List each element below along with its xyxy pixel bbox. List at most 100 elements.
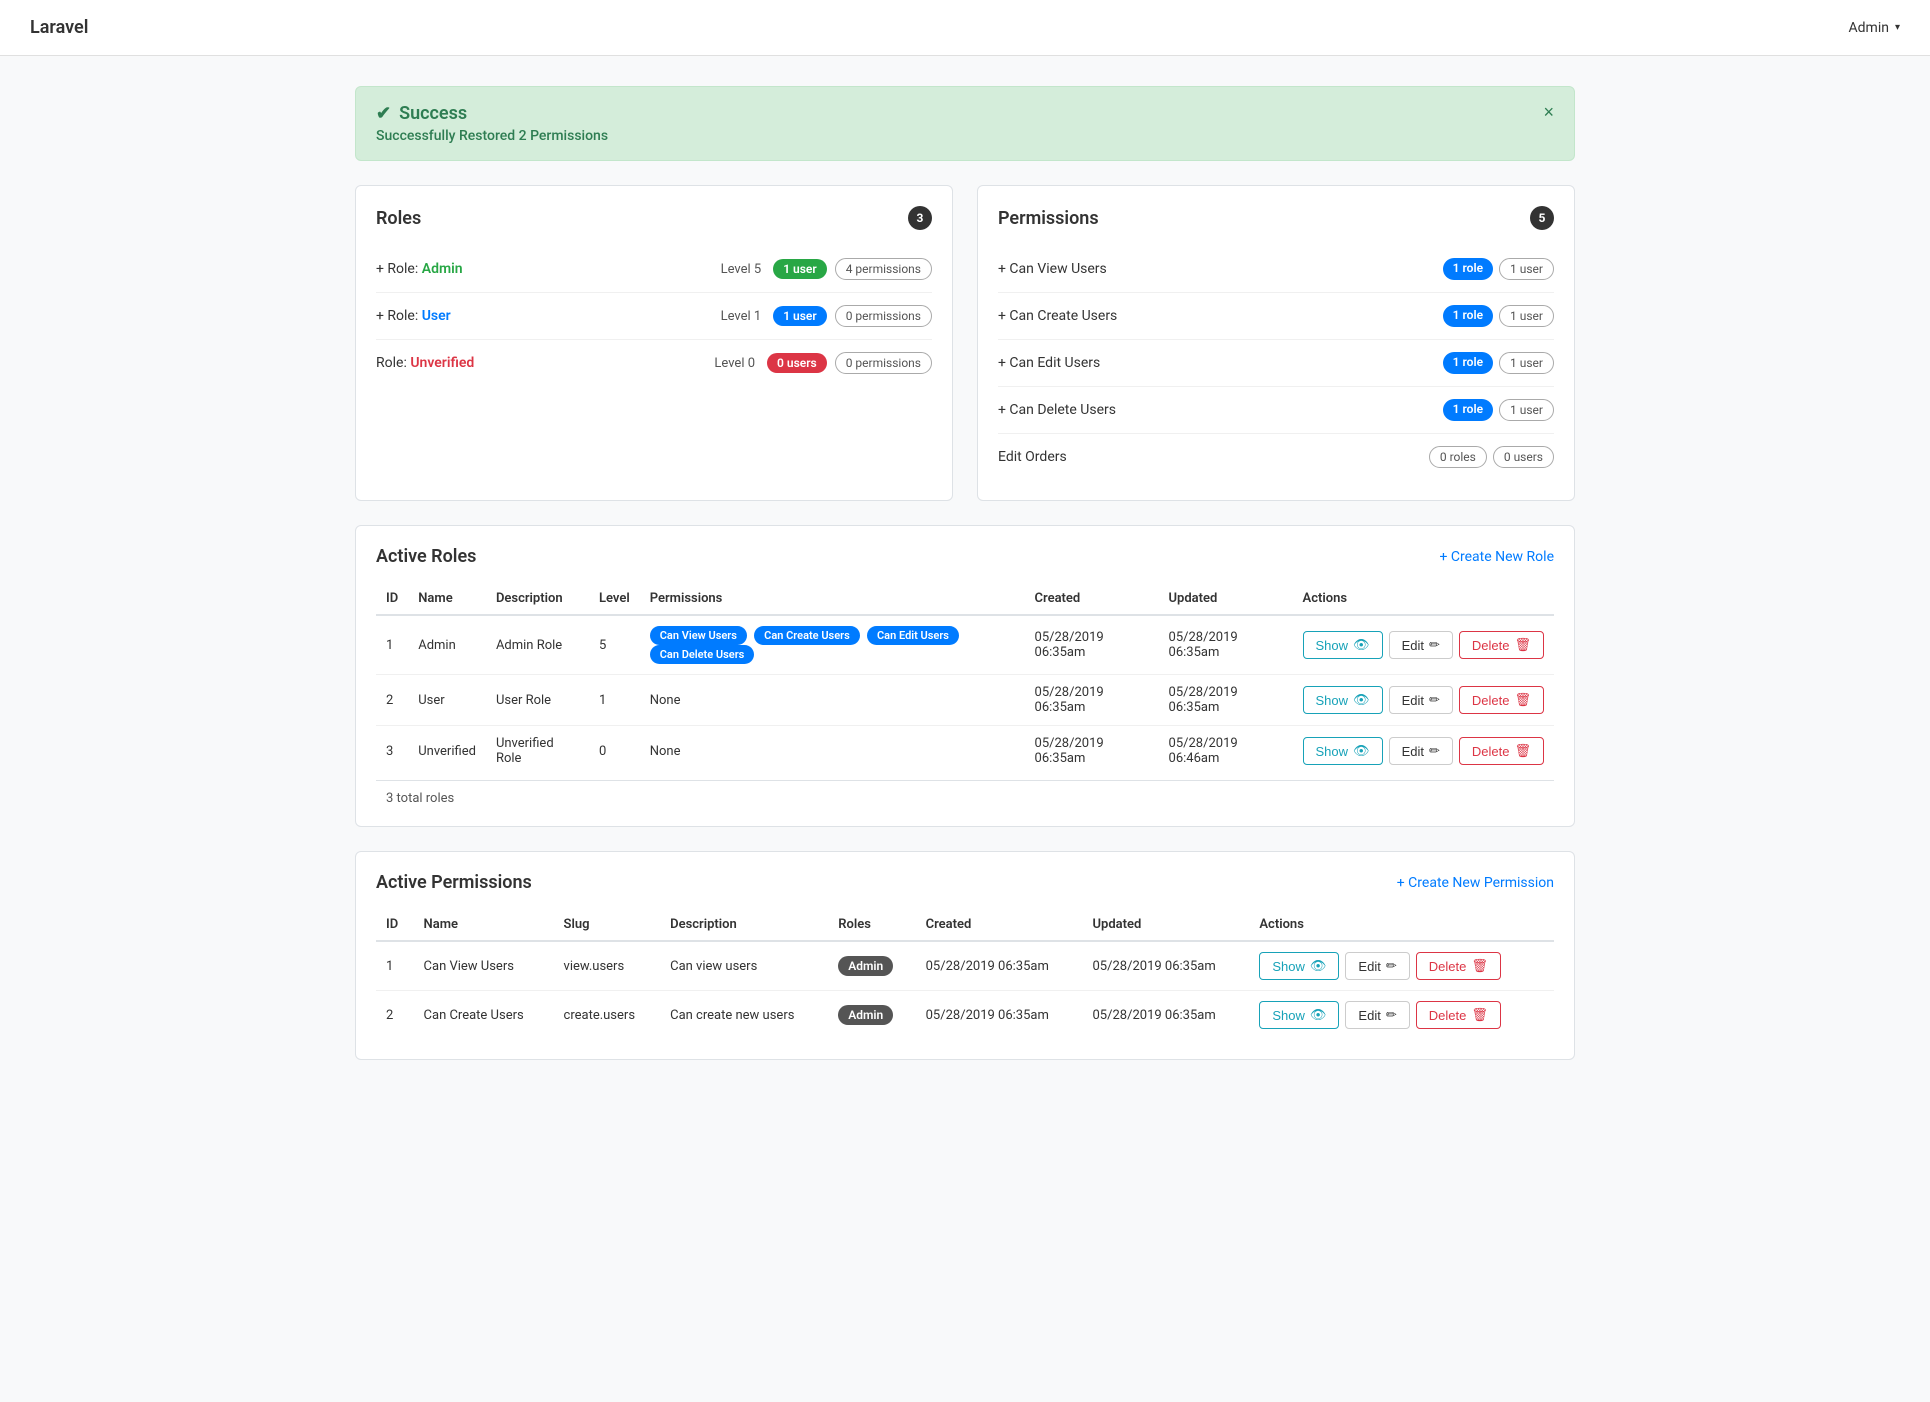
alert-close-button[interactable]: × (1543, 103, 1554, 121)
perm-item-edit-users[interactable]: + Can Edit Users 1 role 1 user (998, 340, 1554, 387)
col-id: ID (376, 909, 414, 941)
perm-delete-users-badges: 1 role 1 user (1443, 399, 1554, 421)
delete-button[interactable]: Delete 🗑 (1416, 952, 1501, 980)
row-permissions: None (640, 675, 1025, 726)
perm-edit-users-badges: 1 role 1 user (1443, 352, 1554, 374)
show-button[interactable]: Show 👁 (1259, 952, 1339, 980)
row-actions-cell: Show 👁 Edit ✏ Delete 🗑 (1259, 1001, 1544, 1029)
row-desc: Can view users (660, 941, 828, 991)
col-actions: Actions (1249, 909, 1554, 941)
perm-item-delete-users[interactable]: + Can Delete Users 1 role 1 user (998, 387, 1554, 434)
create-new-role-link[interactable]: + Create New Role (1439, 549, 1554, 565)
admin-menu[interactable]: Admin ▾ (1849, 20, 1900, 36)
delete-button[interactable]: Delete 🗑 (1459, 631, 1544, 659)
row-desc: User Role (486, 675, 589, 726)
roles-table-footer: 3 total roles (376, 780, 1554, 806)
active-roles-title: Active Roles (376, 546, 476, 567)
perm-edit-orders-roles-badge: 0 roles (1429, 446, 1487, 468)
role-unverified-level: Level 0 (714, 356, 755, 371)
show-button[interactable]: Show 👁 (1303, 631, 1383, 659)
create-new-permission-link[interactable]: + Create New Permission (1397, 875, 1554, 891)
edit-button[interactable]: Edit ✏ (1345, 952, 1409, 980)
permissions-list: + Can View Users 1 role 1 user + Can Cre… (998, 246, 1554, 480)
navbar: Laravel Admin ▾ (0, 0, 1930, 56)
row-slug: create.users (554, 991, 661, 1040)
role-admin-level: Level 5 (721, 262, 762, 277)
col-created: Created (1025, 583, 1159, 615)
pencil-icon: ✏ (1386, 1007, 1397, 1023)
perm-edit-orders-badges: 0 roles 0 users (1429, 446, 1554, 468)
active-permissions-header: Active Permissions + Create New Permissi… (376, 872, 1554, 893)
role-user-meta: Level 1 1 user 0 permissions (721, 305, 932, 327)
table-row: 1 Admin Admin Role 5 Can View Users Can … (376, 615, 1554, 675)
eye-icon: 👁 (1353, 692, 1370, 708)
eye-icon: 👁 (1353, 743, 1370, 759)
success-alert: ✔ Success Successfully Restored 2 Permis… (355, 86, 1575, 161)
delete-button[interactable]: Delete 🗑 (1459, 686, 1544, 714)
permissions-count-badge: 5 (1530, 206, 1554, 230)
role-unverified-text: Role: (376, 355, 410, 371)
perm-item-view-users[interactable]: + Can View Users 1 role 1 user (998, 246, 1554, 293)
row-slug: view.users (554, 941, 661, 991)
delete-button[interactable]: Delete 🗑 (1416, 1001, 1501, 1029)
row-actions: Show 👁 Edit ✏ Delete 🗑 (1293, 615, 1554, 675)
row-actions: Show 👁 Edit ✏ Delete 🗑 (1293, 726, 1554, 777)
row-desc: Unverified Role (486, 726, 589, 777)
roles-card-header: Roles 3 (376, 206, 932, 230)
perm-delete-users-label: + Can Delete Users (998, 402, 1116, 418)
roles-list: + Role: Admin Level 5 1 user 4 permissio… (376, 246, 932, 386)
show-button[interactable]: Show 👁 (1259, 1001, 1339, 1029)
role-item-admin[interactable]: + Role: Admin Level 5 1 user 4 permissio… (376, 246, 932, 293)
perm-tag-edit: Can Edit Users (867, 626, 959, 645)
perm-tag-create: Can Create Users (754, 626, 860, 645)
row-permissions: None (640, 726, 1025, 777)
row-permissions: Can View Users Can Create Users Can Edit… (640, 615, 1025, 675)
role-name-unverified: Unverified (410, 355, 474, 371)
row-created: 05/28/2019 06:35am (916, 941, 1083, 991)
role-admin-label: + Role: Admin (376, 261, 463, 277)
role-item-unverified[interactable]: Role: Unverified Level 0 0 users 0 permi… (376, 340, 932, 386)
trash-icon: 🗑 (1471, 1007, 1488, 1023)
roles-card: Roles 3 + Role: Admin Level 5 1 user 4 p… (355, 185, 953, 501)
perm-item-create-users[interactable]: + Can Create Users 1 role 1 user (998, 293, 1554, 340)
row-actions-cell: Show 👁 Edit ✏ Delete 🗑 (1303, 631, 1544, 659)
role-admin-meta: Level 5 1 user 4 permissions (721, 258, 932, 280)
role-item-user[interactable]: + Role: User Level 1 1 user 0 permission… (376, 293, 932, 340)
edit-button[interactable]: Edit ✏ (1389, 631, 1453, 659)
perm-tag-delete: Can Delete Users (650, 645, 755, 664)
eye-icon: 👁 (1310, 958, 1327, 974)
perm-view-users-badges: 1 role 1 user (1443, 258, 1554, 280)
perm-item-edit-orders[interactable]: Edit Orders 0 roles 0 users (998, 434, 1554, 480)
row-updated: 05/28/2019 06:35am (1159, 675, 1293, 726)
role-unverified-permissions-badge: 0 permissions (835, 352, 932, 374)
row-name: User (408, 675, 486, 726)
roles-admin-tag: Admin (838, 956, 893, 976)
edit-button[interactable]: Edit ✏ (1389, 737, 1453, 765)
row-level: 0 (589, 726, 640, 777)
row-updated: 05/28/2019 06:35am (1083, 941, 1250, 991)
alert-message: Successfully Restored 2 Permissions (376, 128, 608, 144)
row-roles: Admin (828, 991, 915, 1040)
role-unverified-meta: Level 0 0 users 0 permissions (714, 352, 932, 374)
delete-button[interactable]: Delete 🗑 (1459, 737, 1544, 765)
permissions-card-title: Permissions (998, 208, 1099, 229)
role-user-permissions-badge: 0 permissions (835, 305, 932, 327)
permissions-card-header: Permissions 5 (998, 206, 1554, 230)
col-name: Name (408, 583, 486, 615)
perm-create-users-label: + Can Create Users (998, 308, 1117, 324)
perm-edit-orders-users-badge: 0 users (1493, 446, 1554, 468)
row-actions: Show 👁 Edit ✏ Delete 🗑 (1249, 941, 1554, 991)
show-button[interactable]: Show 👁 (1303, 737, 1383, 765)
row-id: 1 (376, 615, 408, 675)
row-roles: Admin (828, 941, 915, 991)
permissions-table-header-row: ID Name Slug Description Roles Created U… (376, 909, 1554, 941)
show-button[interactable]: Show 👁 (1303, 686, 1383, 714)
edit-button[interactable]: Edit ✏ (1389, 686, 1453, 714)
eye-icon: 👁 (1310, 1007, 1327, 1023)
edit-button[interactable]: Edit ✏ (1345, 1001, 1409, 1029)
row-name: Admin (408, 615, 486, 675)
col-description: Description (660, 909, 828, 941)
active-roles-header: Active Roles + Create New Role (376, 546, 1554, 567)
perm-edit-orders-label: Edit Orders (998, 449, 1067, 465)
active-roles-table: ID Name Description Level Permissions Cr… (376, 583, 1554, 776)
